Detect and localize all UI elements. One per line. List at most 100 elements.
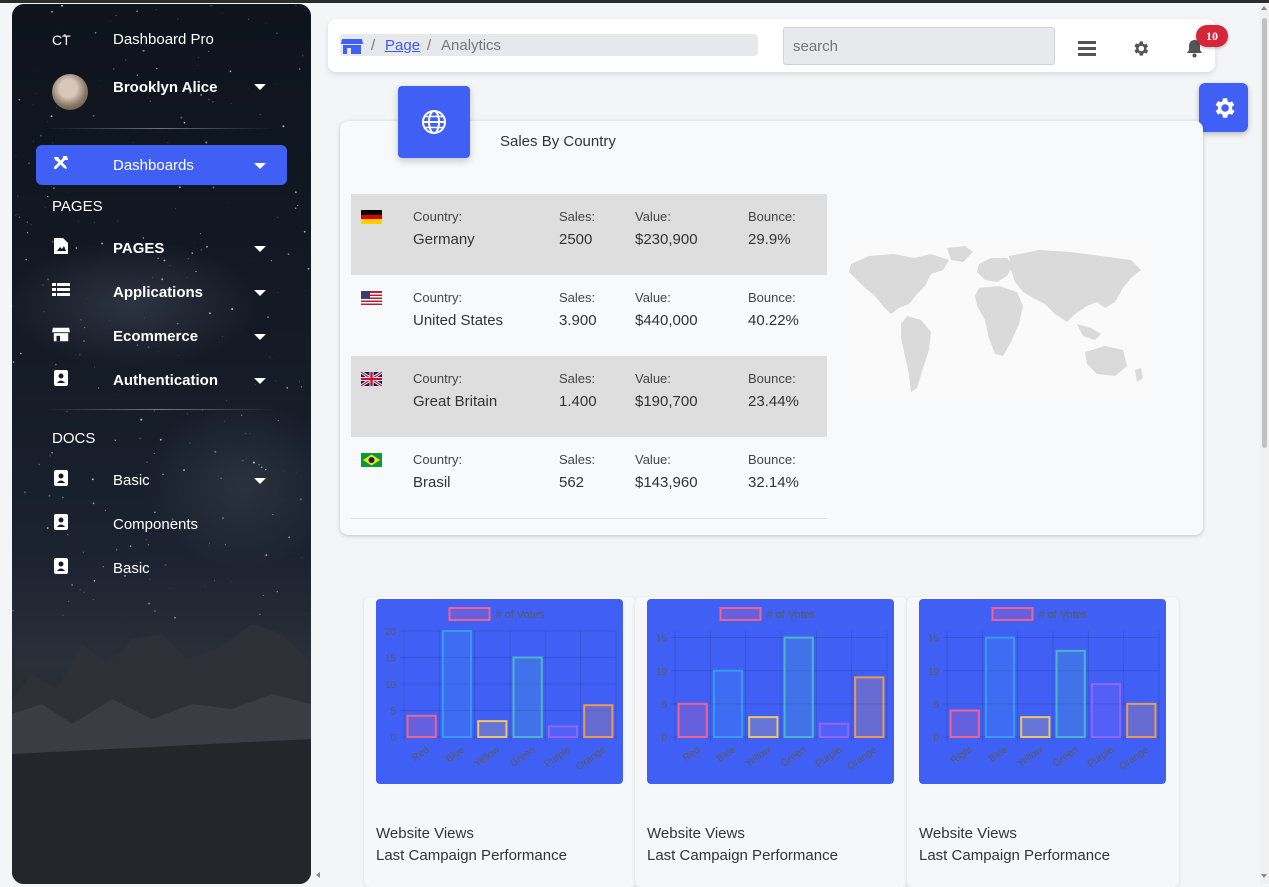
star — [178, 186, 181, 189]
star — [189, 442, 191, 444]
chevron-down-icon[interactable] — [254, 334, 266, 340]
bar — [818, 722, 850, 738]
search-input[interactable] — [783, 27, 1055, 65]
x-tick-label: Blue — [715, 744, 738, 765]
sidebar-item-basic[interactable]: Basic — [113, 472, 150, 489]
file-image-icon — [52, 237, 70, 255]
chevron-down-icon[interactable] — [254, 290, 266, 296]
star — [12, 305, 13, 307]
chevron-down-icon[interactable] — [254, 246, 266, 252]
settings-fab-button[interactable] — [1199, 83, 1248, 132]
star — [208, 98, 210, 101]
y-tick-label: 10 — [928, 667, 940, 678]
star — [51, 11, 53, 13]
star — [259, 114, 261, 116]
user-name[interactable]: Brooklyn Alice — [113, 79, 217, 96]
breadcrumb-link-page[interactable]: Page — [385, 37, 420, 54]
star — [200, 248, 203, 251]
scroll-down-arrow-icon[interactable] — [1261, 874, 1267, 878]
sidebar-item-pages[interactable]: PAGES — [113, 240, 164, 257]
menu-icon[interactable] — [1078, 41, 1096, 61]
star — [267, 316, 270, 319]
scrollbar-thumb[interactable] — [1262, 18, 1267, 448]
x-tick-label: Purple — [1086, 744, 1116, 770]
sidebar: CT Dashboard Pro Brooklyn Alice Dashboar… — [12, 4, 311, 884]
contact-book-icon — [52, 469, 70, 487]
star — [80, 318, 83, 321]
star — [62, 496, 64, 499]
star — [45, 207, 46, 208]
x-tick-label: Blue — [444, 744, 467, 765]
star — [277, 217, 279, 219]
star — [177, 18, 179, 20]
gear-icon[interactable] — [1131, 39, 1150, 63]
y-tick-label: 15 — [385, 654, 397, 665]
star — [94, 366, 95, 368]
contact-book-icon — [52, 557, 70, 575]
bounce-value: 29.9% — [748, 231, 791, 248]
country-value: United States — [413, 312, 504, 329]
sidebar-item-basic-2[interactable]: Basic — [113, 560, 150, 577]
star — [287, 253, 290, 256]
star — [275, 83, 276, 85]
scroll-up-arrow-icon[interactable] — [1261, 6, 1267, 10]
store-icon[interactable] — [341, 38, 363, 60]
star — [175, 208, 176, 210]
star — [85, 471, 87, 473]
star — [39, 134, 42, 137]
star — [129, 545, 132, 547]
star — [194, 241, 195, 243]
star — [204, 586, 205, 587]
x-tick-label: Red — [410, 744, 431, 764]
bar-chart: 0 5 10 15 Red Blue Yellow Green Purple Orange # of… — [647, 599, 894, 784]
chevron-down-icon[interactable] — [254, 478, 266, 484]
legend-label: # of Votes — [496, 609, 545, 621]
sidebar-item-authentication[interactable]: Authentication — [113, 372, 218, 389]
star — [32, 141, 34, 142]
star — [231, 307, 234, 311]
star — [288, 536, 290, 539]
star — [269, 356, 271, 358]
sidebar-item-ecommerce[interactable]: Ecommerce — [113, 328, 198, 345]
bar — [748, 716, 779, 738]
star — [144, 317, 145, 319]
star — [48, 494, 51, 497]
star — [161, 278, 164, 281]
sales-card-icon-box — [398, 86, 470, 158]
world-map[interactable] — [839, 242, 1149, 405]
bar — [1090, 683, 1122, 738]
star — [97, 387, 100, 389]
sidebar-item-applications[interactable]: Applications — [113, 284, 203, 301]
star — [47, 121, 48, 123]
value-label: Value: — [635, 209, 671, 224]
star — [210, 5, 212, 7]
brand-name[interactable]: Dashboard Pro — [113, 31, 214, 48]
notification-badge[interactable]: 10 — [1196, 25, 1228, 47]
star — [180, 116, 183, 119]
star — [38, 463, 41, 466]
star — [156, 67, 158, 70]
contact-book-icon — [52, 369, 70, 387]
sidebar-item-components[interactable]: Components — [113, 516, 198, 533]
user-chevron-down-icon[interactable] — [254, 84, 266, 90]
chevron-down-icon[interactable] — [254, 378, 266, 384]
bar — [512, 656, 543, 738]
bar — [984, 636, 1016, 738]
x-tick-label: Purple — [543, 744, 573, 770]
star — [75, 247, 78, 249]
star — [30, 224, 32, 225]
star — [244, 433, 246, 435]
star — [55, 363, 57, 366]
scroll-left-arrow-icon[interactable] — [316, 872, 320, 878]
star — [178, 355, 179, 356]
star — [225, 399, 227, 401]
legend-swatch — [448, 607, 491, 621]
sales-value: 3.900 — [559, 312, 597, 329]
country-label: Country: — [413, 452, 463, 467]
bounce-value: 32.14% — [748, 474, 799, 491]
star — [114, 439, 116, 441]
bar-chart-svg: 0 5 10 15 Red Blue Yellow Green Purple Orange # of… — [656, 607, 888, 773]
bar-chart-svg: 0 5 10 15 20 Red Blue Yellow Green Purple Orange # … — [385, 607, 617, 773]
legend-swatch — [991, 607, 1034, 621]
star — [297, 204, 299, 207]
